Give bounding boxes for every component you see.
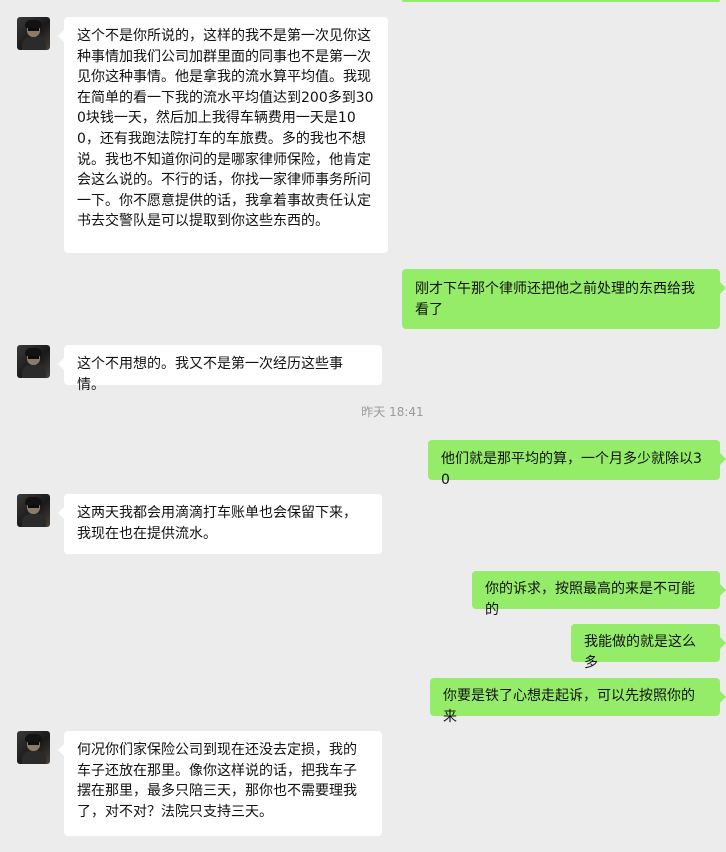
contact-avatar[interactable] bbox=[17, 17, 50, 50]
message-bubble-sent[interactable]: 他们就是那平均的算，一个月多少就除以30 bbox=[428, 440, 726, 488]
contact-avatar[interactable] bbox=[17, 494, 50, 527]
message-text: 我能做的就是这么多 bbox=[584, 634, 696, 671]
message-bubble-received[interactable]: 这两天我都会用滴滴打车账单也会保留下来，我现在也在提供流水。 bbox=[58, 494, 382, 554]
message-bubble-sent[interactable]: 我能做的就是这么多 bbox=[571, 624, 726, 671]
message-text: 这两天我都会用滴滴打车账单也会保留下来，我现在也在提供流水。 bbox=[77, 505, 357, 542]
message-bubble-received[interactable]: 何况你们家保险公司到现在还没去定损，我的车子还放在那里。像你这样说的话，把我车子… bbox=[58, 731, 382, 836]
message-text: 刚才下午那个律师还把他之前处理的东西给我看了 bbox=[415, 281, 695, 318]
previous-message-bubble-edge bbox=[402, 0, 720, 2]
message-text: 你要是铁了心想走起诉，可以先按照你的来 bbox=[443, 688, 695, 725]
message-text: 何况你们家保险公司到现在还没去定损，我的车子还放在那里。像你这样说的话，把我车子… bbox=[77, 742, 357, 820]
message-text: 这个不用想的。我又不是第一次经历这些事情。 bbox=[77, 356, 343, 393]
message-bubble-received[interactable]: 这个不是你所说的，这样的我不是第一次见你这种事情加我们公司加群里面的同事也不是第… bbox=[58, 17, 388, 253]
contact-avatar[interactable] bbox=[17, 731, 50, 764]
contact-avatar[interactable] bbox=[17, 345, 50, 378]
message-text: 他们就是那平均的算，一个月多少就除以30 bbox=[441, 451, 702, 488]
message-bubble-sent[interactable]: 刚才下午那个律师还把他之前处理的东西给我看了 bbox=[402, 269, 726, 329]
message-bubble-sent[interactable]: 你要是铁了心想走起诉，可以先按照你的来 bbox=[430, 678, 726, 725]
message-timestamp: 昨天 18:41 bbox=[361, 405, 424, 419]
message-bubble-sent[interactable]: 你的诉求，按照最高的来是不可能的 bbox=[472, 571, 726, 618]
message-bubble-received[interactable]: 这个不用想的。我又不是第一次经历这些事情。 bbox=[58, 345, 382, 393]
message-text: 这个不是你所说的，这样的我不是第一次见你这种事情加我们公司加群里面的同事也不是第… bbox=[77, 28, 374, 230]
message-text: 你的诉求，按照最高的来是不可能的 bbox=[485, 581, 695, 618]
chat-message-area[interactable]: 这个不是你所说的，这样的我不是第一次见你这种事情加我们公司加群里面的同事也不是第… bbox=[0, 0, 726, 852]
